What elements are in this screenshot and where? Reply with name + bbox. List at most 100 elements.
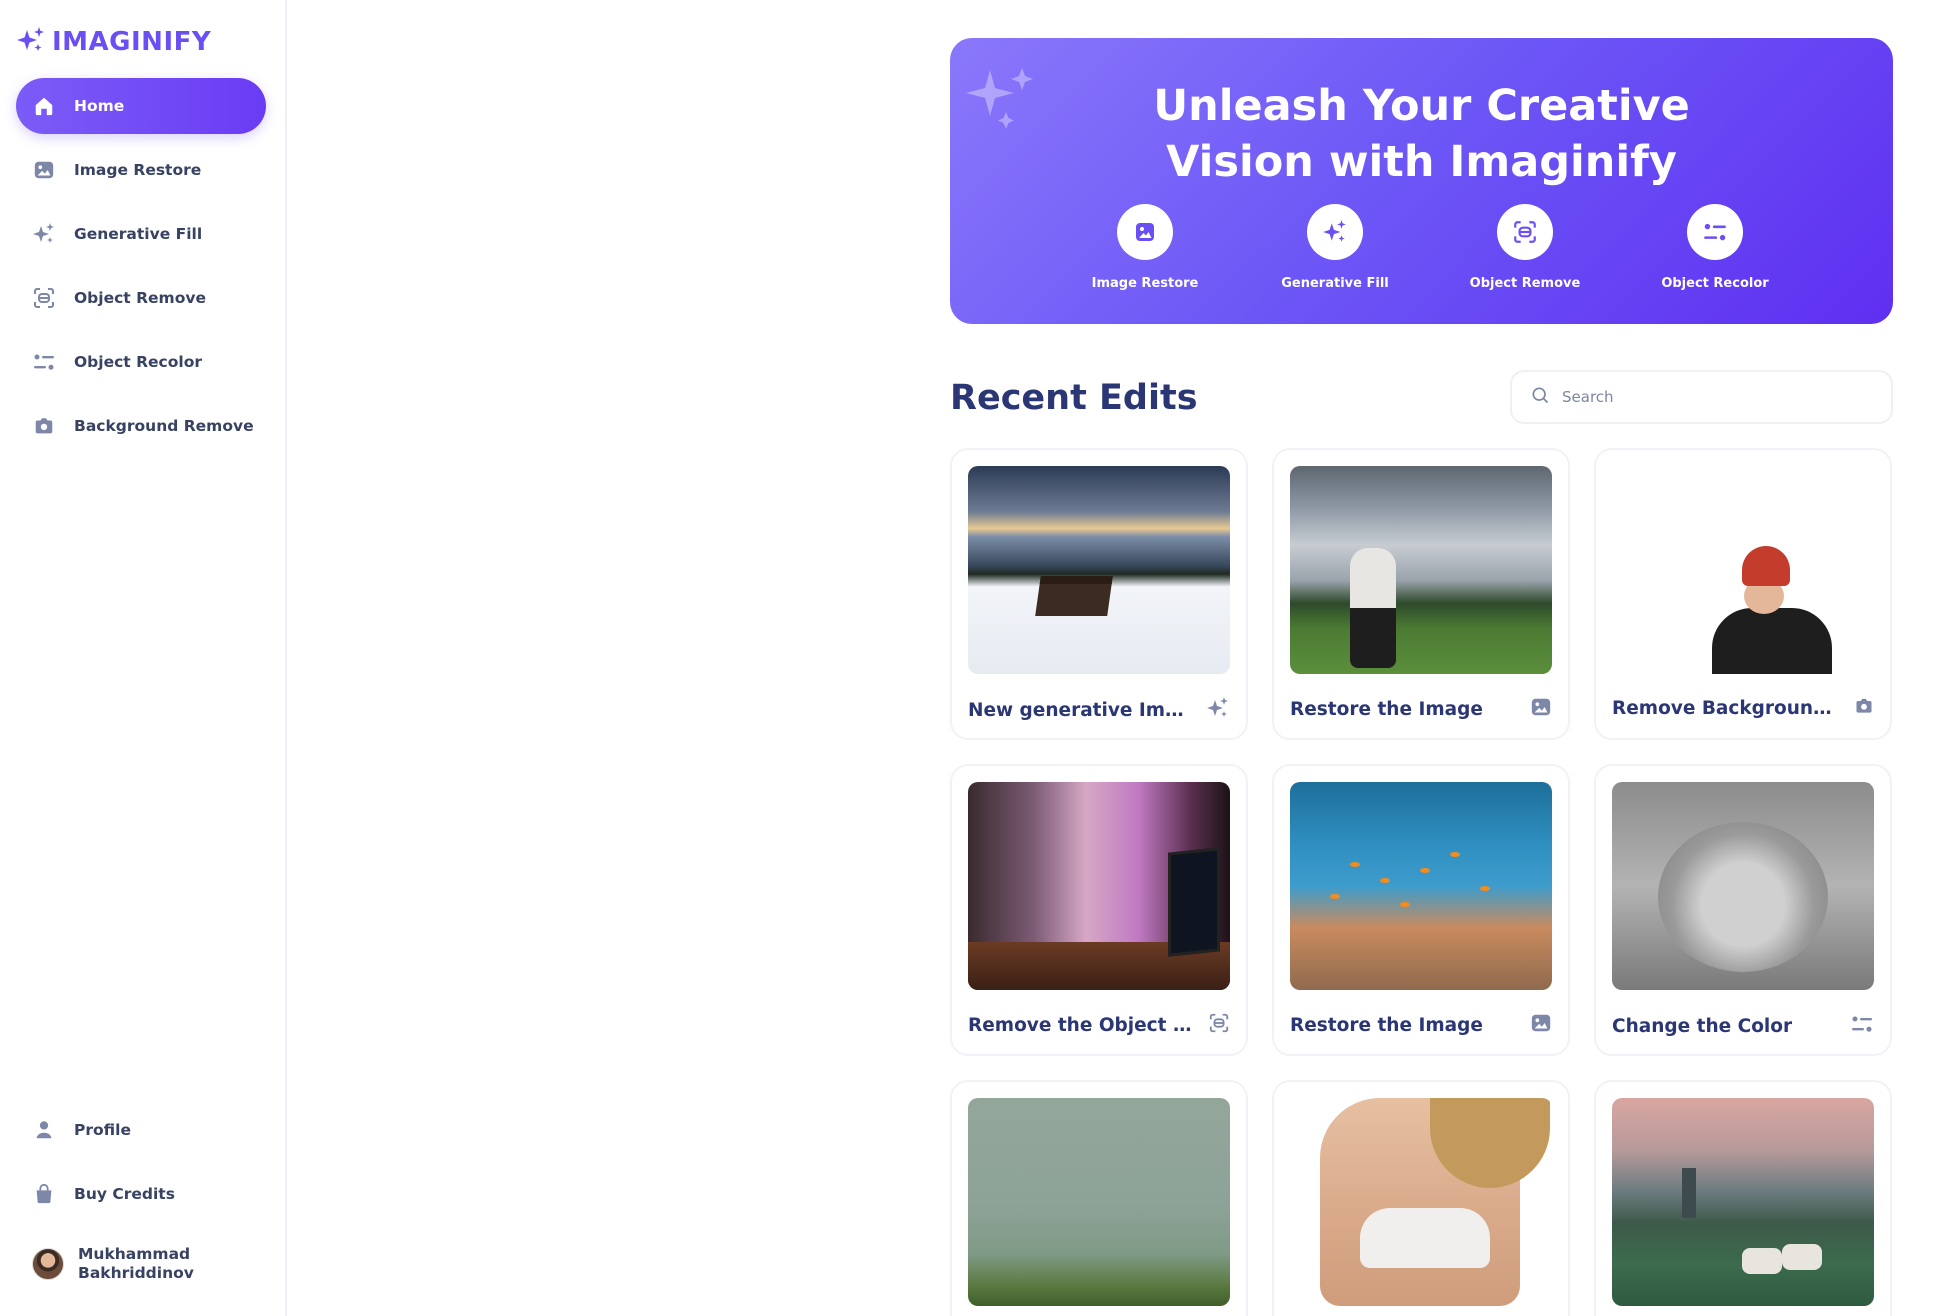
hero-title: Unleash Your Creative Vision with Imagin… [950, 78, 1893, 190]
sidebar-item-buy-credits[interactable]: Buy Credits [16, 1166, 266, 1222]
card-title: Remove the Object fro... [968, 1014, 1196, 1036]
filter-icon [32, 350, 56, 374]
sidebar-item-background-remove[interactable]: Background Remove [16, 398, 266, 454]
edit-card[interactable]: Remove Background... [1594, 448, 1892, 740]
tool-label: Object Recolor [1661, 276, 1769, 291]
image-icon [32, 158, 56, 182]
search-box[interactable] [1510, 370, 1893, 424]
home-icon [32, 94, 56, 118]
card-title: New generative Image [968, 699, 1196, 721]
app-root: IMAGINIFY Home Image Restore Generative … [0, 0, 1960, 1316]
edit-card[interactable] [1272, 1080, 1570, 1316]
card-footer: Restore the Image [1290, 696, 1552, 722]
tool-object-recolor[interactable]: Object Recolor [1640, 204, 1790, 291]
recent-edits-grid: New generative Image Restore the Image R… [950, 448, 1893, 1316]
edit-card[interactable]: Change the Color [1594, 764, 1892, 1056]
tool-object-remove[interactable]: Object Remove [1450, 204, 1600, 291]
sidebar-item-label: Background Remove [74, 417, 254, 435]
logo[interactable]: IMAGINIFY [16, 26, 211, 58]
stars-icon [1307, 204, 1363, 260]
sidebar-item-object-recolor[interactable]: Object Recolor [16, 334, 266, 390]
filter-icon [1687, 204, 1743, 260]
edit-thumbnail [968, 1098, 1230, 1306]
main-content: Unleash Your Creative Vision with Imagin… [950, 38, 1893, 1316]
card-footer: New generative Image [968, 696, 1230, 724]
thumbnail-detail [1350, 862, 1360, 867]
hero-title-line-1: Unleash Your Creative [1153, 81, 1690, 131]
recent-edits-header: Recent Edits [950, 370, 1893, 428]
edit-thumbnail [968, 782, 1230, 990]
sidebar-item-label: Object Remove [74, 289, 206, 307]
user-profile[interactable]: Mukhammad Bakhriddinov [16, 1236, 266, 1292]
edit-thumbnail [1612, 466, 1874, 674]
logo-text: IMAGINIFY [52, 27, 212, 57]
card-title: Restore the Image [1290, 1014, 1483, 1036]
hero-title-line-2: Vision with Imaginify [1166, 137, 1677, 187]
sidebar-item-object-remove[interactable]: Object Remove [16, 270, 266, 326]
edit-thumbnail [968, 466, 1230, 674]
thumbnail-detail [1658, 822, 1828, 972]
edit-card[interactable] [1594, 1080, 1892, 1316]
card-footer: Remove Background... [1612, 696, 1874, 720]
thumbnail-detail [1742, 1248, 1782, 1274]
sidebar-item-label: Generative Fill [74, 225, 203, 243]
bag-icon [32, 1182, 56, 1206]
edit-card[interactable]: Remove the Object fro... [950, 764, 1248, 1056]
sidebar-bottom: Profile Buy Credits Mukhammad Bakhriddin… [16, 1102, 266, 1292]
edit-card[interactable]: New generative Image [950, 448, 1248, 740]
thumbnail-detail [1035, 576, 1113, 616]
camera-icon [1854, 696, 1874, 720]
user-last-name: Bakhriddinov [78, 1264, 194, 1282]
card-title: Remove Background... [1612, 697, 1840, 719]
stars-icon [32, 222, 56, 246]
thumbnail-detail [1168, 847, 1220, 957]
user-name: Mukhammad Bakhriddinov [78, 1245, 194, 1283]
edit-card[interactable]: Restore the Image [1272, 448, 1570, 740]
search-input[interactable] [1562, 388, 1862, 406]
card-footer: Change the Color [1612, 1012, 1874, 1040]
sidebar-item-generative-fill[interactable]: Generative Fill [16, 206, 266, 262]
sidebar-item-profile[interactable]: Profile [16, 1102, 266, 1158]
image-icon [1530, 696, 1552, 722]
card-title: Restore the Image [1290, 698, 1483, 720]
sidebar-item-home[interactable]: Home [16, 78, 266, 134]
sidebar-nav: Home Image Restore Generative Fill Objec… [16, 78, 266, 462]
tool-label: Object Remove [1469, 276, 1581, 291]
edit-thumbnail [1290, 782, 1552, 990]
edit-thumbnail [1290, 1098, 1552, 1306]
thumbnail-detail [1380, 878, 1390, 883]
stars-icon [1206, 696, 1230, 724]
avatar [32, 1248, 64, 1280]
thumbnail-detail [1782, 1244, 1822, 1270]
thumbnail-detail [1682, 1168, 1696, 1218]
edit-card[interactable]: Restore the Image [1272, 764, 1570, 1056]
user-first-name: Mukhammad [78, 1245, 191, 1263]
scan-icon [1497, 204, 1553, 260]
thumbnail-detail [1350, 548, 1396, 668]
search-icon [1530, 385, 1550, 409]
sidebar-item-label: Buy Credits [74, 1185, 175, 1203]
hero-tools: Image Restore Generative Fill Object Rem… [1070, 204, 1790, 291]
edit-thumbnail [1612, 782, 1874, 990]
filter-icon [1850, 1012, 1874, 1040]
thumbnail-detail [1330, 894, 1340, 899]
card-footer: Remove the Object fro... [968, 1012, 1230, 1038]
thumbnail-detail [1400, 902, 1410, 907]
logo-stars-icon [16, 26, 46, 58]
tool-image-restore[interactable]: Image Restore [1070, 204, 1220, 291]
sidebar: IMAGINIFY Home Image Restore Generative … [0, 0, 287, 1316]
sidebar-item-label: Object Recolor [74, 353, 202, 371]
tool-generative-fill[interactable]: Generative Fill [1260, 204, 1410, 291]
section-title: Recent Edits [950, 378, 1198, 418]
sidebar-item-label: Home [74, 97, 125, 115]
image-icon [1117, 204, 1173, 260]
card-title: Change the Color [1612, 1015, 1793, 1037]
thumbnail-detail [1420, 868, 1430, 873]
thumbnail-detail [1360, 1208, 1490, 1268]
edit-thumbnail [1290, 466, 1552, 674]
thumbnail-detail [1480, 886, 1490, 891]
edit-card[interactable] [950, 1080, 1248, 1316]
image-icon [1530, 1012, 1552, 1038]
hero-banner: Unleash Your Creative Vision with Imagin… [950, 38, 1893, 324]
sidebar-item-image-restore[interactable]: Image Restore [16, 142, 266, 198]
